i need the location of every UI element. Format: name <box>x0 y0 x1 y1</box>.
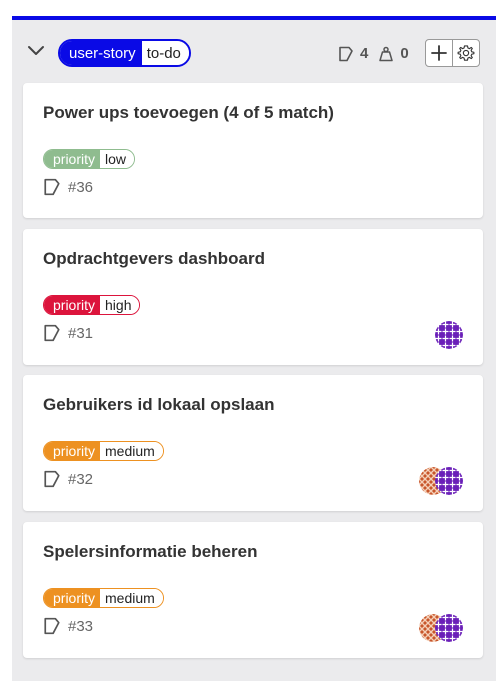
weight-count-value: 0 <box>400 45 409 62</box>
avatar[interactable] <box>435 614 463 642</box>
issue-count-value: 4 <box>360 45 369 62</box>
priority-value: high <box>100 296 140 314</box>
issue-reference: #36 <box>43 178 93 196</box>
priority-value: medium <box>100 442 163 460</box>
priority-label[interactable]: priority medium <box>43 588 164 608</box>
avatar[interactable] <box>435 321 463 349</box>
assignee-avatars <box>435 321 463 349</box>
issue-card[interactable]: Power ups toevoegen (4 of 5 match) prior… <box>23 83 483 218</box>
weight-icon <box>379 46 394 61</box>
issue-card[interactable]: Spelersinformatie beheren priority mediu… <box>23 522 483 658</box>
issue-title[interactable]: Power ups toevoegen (4 of 5 match) <box>43 103 334 123</box>
issue-number: #31 <box>68 324 94 342</box>
issue-card[interactable]: Opdrachtgevers dashboard priority high #… <box>23 229 483 365</box>
issue-card[interactable]: Gebruikers id lokaal opslaan priority me… <box>23 375 483 511</box>
issue-number: #32 <box>68 470 94 488</box>
list-header: user-story to-do 4 0 <box>12 20 496 82</box>
issue-number: #33 <box>68 617 94 635</box>
issue-icon <box>44 470 60 488</box>
priority-scope: priority <box>44 150 101 168</box>
plus-icon <box>431 45 447 61</box>
issue-reference: #32 <box>43 470 93 488</box>
priority-label[interactable]: priority medium <box>43 441 164 461</box>
board-list-column: user-story to-do 4 0 Power ups toevoegen… <box>12 16 496 681</box>
issue-icon <box>44 324 60 342</box>
assignee-avatars <box>419 467 463 495</box>
issue-icon <box>44 617 60 635</box>
assignee-avatars <box>419 614 463 642</box>
priority-scope: priority <box>44 589 101 607</box>
priority-scope: priority <box>44 296 101 314</box>
priority-scope: priority <box>44 442 101 460</box>
issue-number: #36 <box>68 178 94 196</box>
avatar[interactable] <box>435 467 463 495</box>
issues-icon <box>339 46 353 61</box>
issue-title[interactable]: Opdrachtgevers dashboard <box>43 249 265 269</box>
list-label[interactable]: user-story to-do <box>58 39 191 67</box>
chevron-down-icon[interactable] <box>26 43 46 57</box>
add-issue-button[interactable] <box>425 39 453 67</box>
label-scope: user-story <box>60 41 142 65</box>
issue-title[interactable]: Spelersinformatie beheren <box>43 542 257 562</box>
priority-value: low <box>100 150 135 168</box>
priority-label[interactable]: priority low <box>43 149 136 169</box>
issue-reference: #31 <box>43 324 93 342</box>
priority-value: medium <box>100 589 163 607</box>
issue-reference: #33 <box>43 617 93 635</box>
issue-icon <box>44 178 60 196</box>
list-counts: 4 0 <box>338 45 419 62</box>
issue-count: 4 <box>338 45 368 62</box>
gear-icon <box>457 45 475 61</box>
priority-label[interactable]: priority high <box>43 295 141 315</box>
list-settings-button[interactable] <box>452 39 480 67</box>
label-value: to-do <box>141 41 189 65</box>
issue-title[interactable]: Gebruikers id lokaal opslaan <box>43 395 274 415</box>
weight-count: 0 <box>378 45 409 62</box>
